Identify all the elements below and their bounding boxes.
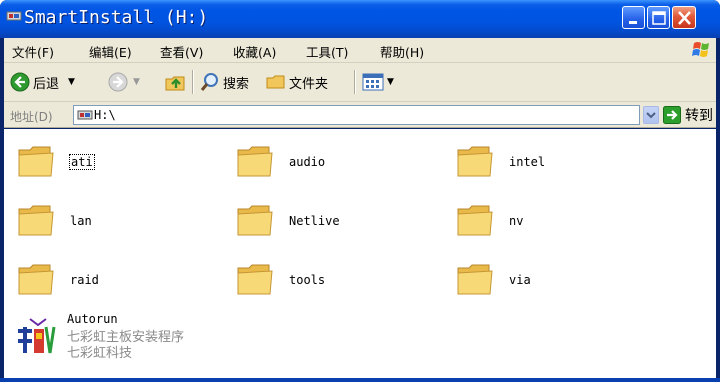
go-arrow-icon <box>663 106 681 124</box>
drive-icon <box>6 11 22 21</box>
address-input[interactable]: H:\ <box>73 105 640 125</box>
drive-icon <box>77 110 93 120</box>
windows-logo-icon <box>692 42 709 57</box>
search-icon <box>200 73 218 91</box>
folder-up-icon <box>165 76 185 91</box>
maximize-button[interactable] <box>647 6 670 29</box>
views-dropdown-icon[interactable]: ▼ <box>387 77 394 87</box>
minimize-icon <box>629 21 637 24</box>
address-dropdown-button[interactable] <box>643 106 659 124</box>
folders-icon <box>266 75 285 89</box>
forward-dropdown-icon[interactable]: ▼ <box>133 77 140 87</box>
autorun-company: 七彩虹科技 <box>67 346 133 361</box>
minimize-button[interactable] <box>622 6 645 29</box>
folder-icon <box>18 264 54 295</box>
folders-button[interactable]: 文件夹 <box>266 71 328 93</box>
explorer-window: SmartInstall (H:) 文件(F) 编辑(E) 查看(V) 收藏(A… <box>0 0 720 382</box>
menu-bar: 文件(F) 编辑(E) 查看(V) 收藏(A) 工具(T) 帮助(H) <box>4 38 716 63</box>
toolbar-separator <box>354 70 355 94</box>
autorun-name: Autorun <box>67 312 118 326</box>
address-value: H:\ <box>94 108 116 122</box>
back-dropdown-icon[interactable]: ▼ <box>68 77 75 87</box>
folder-label: raid <box>70 273 99 287</box>
menu-file[interactable]: 文件(F) <box>12 42 54 61</box>
folder-label: ati <box>69 154 95 170</box>
search-button[interactable]: 搜索 <box>200 71 249 93</box>
go-label: 转到 <box>685 108 713 124</box>
close-icon <box>678 11 691 25</box>
folder-label: Netlive <box>289 214 340 228</box>
menu-help[interactable]: 帮助(H) <box>380 42 424 61</box>
folder-icon <box>18 146 54 177</box>
folder-label: lan <box>70 214 92 228</box>
close-button[interactable] <box>672 6 696 29</box>
file-list: ati audio intel lan Netlive nv raid tool… <box>4 129 716 378</box>
up-button[interactable] <box>164 71 186 93</box>
folder-label: via <box>509 273 531 287</box>
folder-icon <box>457 205 493 236</box>
menu-tools[interactable]: 工具(T) <box>306 42 348 61</box>
folder-icon <box>237 205 273 236</box>
views-icon <box>362 73 384 91</box>
folder-icon <box>18 205 54 236</box>
back-arrow-icon <box>10 72 30 92</box>
menu-edit[interactable]: 编辑(E) <box>89 42 132 61</box>
menu-view[interactable]: 查看(V) <box>160 42 203 61</box>
folder-icon <box>457 146 493 177</box>
colorful-app-icon <box>14 318 58 355</box>
window-bottom-border <box>0 378 720 382</box>
folder-icon <box>237 264 273 295</box>
folder-icon <box>457 264 493 295</box>
back-button[interactable]: 后退 ▼ <box>10 71 75 93</box>
forward-arrow-icon <box>108 72 128 92</box>
folder-label: intel <box>509 155 546 169</box>
go-button[interactable]: 转到 <box>663 105 713 125</box>
folder-label: nv <box>509 214 524 228</box>
address-bar: 地址(D) H:\ 转到 <box>4 102 716 128</box>
toolbar: 后退 ▼ ▼ 搜索 文件夹 ▼ <box>4 63 716 102</box>
autorun-item[interactable]: Autorun 七彩虹主板安装程序 七彩虹科技 <box>12 312 272 362</box>
chevron-down-icon <box>646 112 656 119</box>
folders-label: 文件夹 <box>289 76 329 92</box>
address-label: 地址(D) <box>10 110 53 124</box>
window-title: SmartInstall (H:) <box>24 7 209 28</box>
folder-label: audio <box>289 155 326 169</box>
views-button[interactable]: ▼ <box>362 71 394 93</box>
forward-button[interactable]: ▼ <box>108 71 140 93</box>
folder-label: tools <box>289 273 326 287</box>
toolbar-separator <box>192 70 193 94</box>
maximize-icon <box>652 11 666 25</box>
search-label: 搜索 <box>223 76 250 92</box>
back-label: 后退 <box>33 76 60 92</box>
menu-favorites[interactable]: 收藏(A) <box>233 42 276 61</box>
folder-icon <box>237 146 273 177</box>
title-bar[interactable]: SmartInstall (H:) <box>0 0 720 38</box>
